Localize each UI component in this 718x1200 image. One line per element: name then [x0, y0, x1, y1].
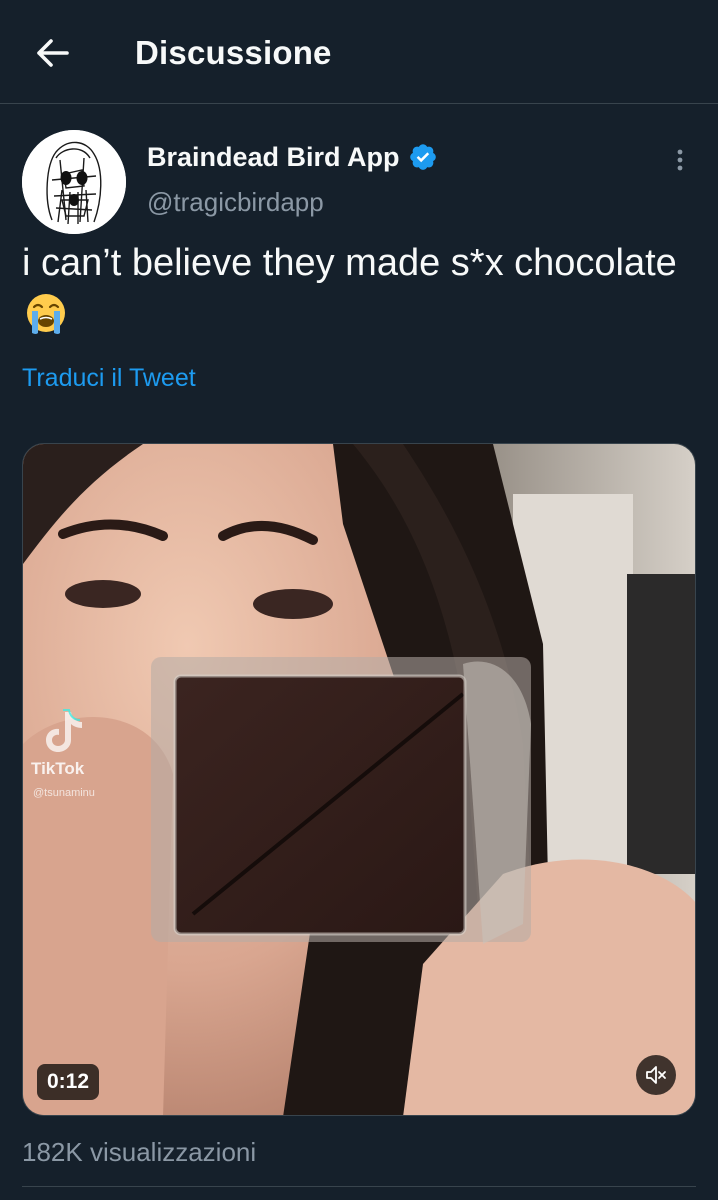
author-name-text: Braindead Bird App	[147, 142, 400, 172]
scribbled-face-avatar	[22, 130, 126, 234]
author-handle[interactable]: @tragicbirdapp	[147, 184, 324, 220]
top-bar: Discussione	[0, 0, 718, 104]
unmute-button[interactable]	[636, 1055, 676, 1095]
divider	[22, 1186, 696, 1187]
more-vertical-icon	[677, 149, 683, 171]
view-count-number: 182K	[22, 1137, 83, 1167]
verified-badge-icon	[409, 144, 436, 170]
video-frame	[23, 444, 695, 1115]
more-options-button[interactable]	[660, 140, 700, 180]
tiktok-watermark-user: @tsunaminu	[33, 787, 95, 799]
view-count: 182K visualizzazioni	[22, 1134, 256, 1170]
back-button[interactable]	[28, 28, 78, 78]
tweet-video[interactable]: TikTok @tsunaminu 0:12	[22, 443, 696, 1116]
page-title: Discussione	[135, 34, 332, 71]
tweet-text-content: i can’t believe they made s*x chocolate	[22, 242, 677, 284]
tiktok-logo-icon	[46, 709, 82, 752]
speaker-muted-icon	[646, 1066, 666, 1084]
video-duration-badge: 0:12	[37, 1064, 100, 1100]
view-count-label: visualizzazioni	[89, 1137, 257, 1167]
translate-tweet-link[interactable]: Traduci il Tweet	[22, 360, 196, 396]
author-name[interactable]: Braindead Bird App	[147, 138, 438, 176]
tweet-text: i can’t believe they made s*x chocolate	[22, 236, 682, 344]
arrow-left-icon	[37, 39, 69, 67]
loudly-crying-face-icon	[27, 294, 65, 334]
avatar[interactable]	[22, 130, 126, 234]
tiktok-watermark-label: TikTok	[31, 759, 85, 778]
